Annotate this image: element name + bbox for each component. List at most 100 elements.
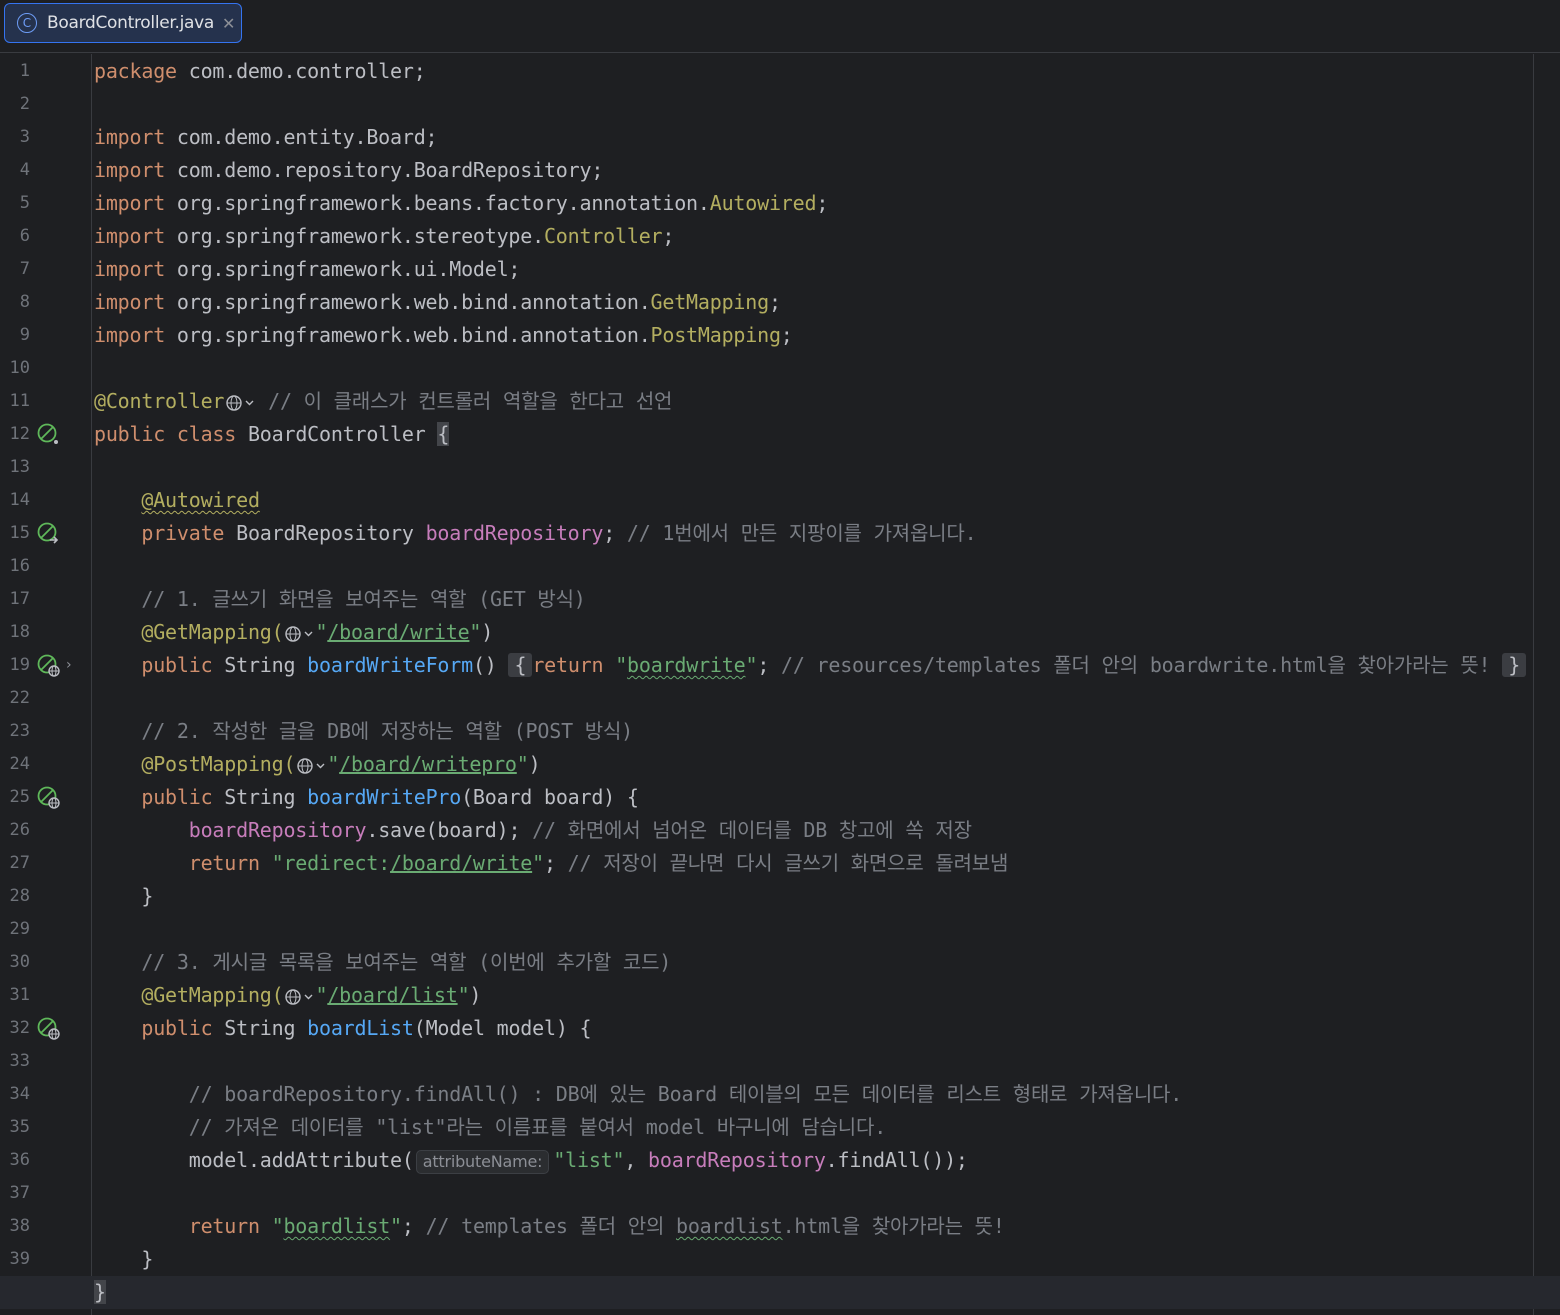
code-text: .findAll());	[825, 1148, 968, 1172]
code-line[interactable]: // 1. 글쓰기 화면을 보여주는 역할 (GET 방식)	[94, 583, 585, 616]
code-text: ;	[543, 851, 556, 875]
code-area[interactable]: package com.demo.controller; import com.…	[0, 54, 1560, 1315]
code-line[interactable]: @PostMapping("/board/writepro")	[94, 748, 540, 781]
code-line[interactable]: // boardRepository.findAll() : DB에 있는 Bo…	[94, 1078, 1183, 1111]
string: "	[745, 653, 758, 677]
keyword: public	[141, 1016, 213, 1040]
code-line-current[interactable]: }	[0, 1276, 1560, 1309]
matched-brace: {	[437, 422, 450, 446]
code-line[interactable]: @GetMapping("/board/write")	[94, 616, 493, 649]
folded-region-close[interactable]: }	[1502, 653, 1527, 677]
line-number: 37	[9, 1183, 30, 1203]
line-number: 25	[9, 787, 30, 807]
code-text: .save(board);	[366, 818, 521, 842]
code-line[interactable]: // 2. 작성한 글을 DB에 저장하는 역할 (POST 방식)	[94, 715, 633, 748]
code-line[interactable]: package com.demo.controller;	[94, 55, 426, 88]
file-tab-label: BoardController.java	[47, 13, 215, 33]
code-text: org.springframework.web.bind.annotation.	[165, 290, 651, 314]
code-line[interactable]: import org.springframework.web.bind.anno…	[94, 319, 793, 352]
comment: // 저장이 끝나면 다시 글쓰기 화면으로 돌려보냄	[555, 851, 1009, 875]
code-line[interactable]: import com.demo.entity.Board;	[94, 121, 438, 154]
comment: // boardRepository.findAll() : DB에 있는 Bo…	[188, 1082, 1183, 1106]
code-line[interactable]: import com.demo.repository.BoardReposito…	[94, 154, 603, 187]
code-editor[interactable]: 1 2 3 4 5 6 7 8 9 10 11 12 13 14 15 16 1…	[0, 54, 1560, 1315]
code-line[interactable]: // 3. 게시글 목록을 보여주는 역할 (이번에 추가할 코드)	[94, 946, 671, 979]
keyword: return	[188, 851, 260, 875]
line-number: 4	[19, 160, 30, 180]
code-line[interactable]: }	[94, 880, 153, 913]
spring-bean-icon[interactable]	[36, 422, 60, 446]
line-number: 26	[9, 820, 30, 840]
code-line[interactable]: @Autowired	[94, 484, 260, 517]
line-number: 35	[9, 1117, 30, 1137]
line-number: 2	[19, 94, 30, 114]
line-number: 24	[9, 754, 30, 774]
method-name: boardWriteForm	[307, 653, 473, 677]
string: "	[315, 983, 328, 1007]
code-text: ;	[401, 1214, 414, 1238]
code-line[interactable]: public String boardList(Model model) {	[94, 1012, 591, 1045]
comment: // 1번에서 만든 지팡이를 가져옵니다.	[615, 521, 977, 545]
code-line[interactable]: import org.springframework.web.bind.anno…	[94, 286, 781, 319]
line-number: 34	[9, 1084, 30, 1104]
code-text: org.springframework.stereotype.	[165, 224, 544, 248]
line-number: 39	[9, 1249, 30, 1269]
code-line[interactable]: model.addAttribute(attributeName: "list",…	[94, 1144, 968, 1177]
field-name: boardRepository	[648, 1148, 826, 1172]
code-line[interactable]: import org.springframework.ui.Model;	[94, 253, 520, 286]
line-number: 3	[19, 127, 30, 147]
code-line[interactable]: @GetMapping("/board/list")	[94, 979, 481, 1012]
request-mapping-icon[interactable]	[36, 1016, 60, 1040]
code-text: com.demo.controller;	[176, 59, 426, 83]
line-number: 31	[9, 985, 30, 1005]
class-name: BoardController	[236, 422, 438, 446]
request-mapping-icon[interactable]	[36, 653, 60, 677]
code-text: (Model model) {	[413, 1016, 592, 1040]
keyword: import	[94, 191, 166, 215]
string: "	[259, 1214, 284, 1238]
type-name: String	[212, 1016, 308, 1040]
globe-dropdown-icon[interactable]	[284, 988, 314, 1006]
url-link[interactable]: /board/write	[390, 851, 532, 875]
url-link[interactable]: /board/list	[327, 983, 457, 1007]
folded-region-open[interactable]: {	[508, 653, 533, 677]
code-line[interactable]: }	[94, 1243, 153, 1276]
url-link[interactable]: /board/write	[327, 620, 469, 644]
editor-tab-bar: C BoardController.java ✕	[0, 0, 1560, 53]
annotation: @GetMapping(	[141, 983, 284, 1007]
code-line[interactable]: private BoardRepository boardRepository;…	[94, 517, 976, 550]
code-text: org.springframework.web.bind.annotation.	[165, 323, 651, 347]
autowired-bean-icon[interactable]	[36, 521, 60, 545]
code-line[interactable]: return "redirect:/board/write"; // 저장이 끝…	[94, 847, 1009, 880]
code-text: ;	[662, 224, 675, 248]
string: "list"	[553, 1148, 625, 1172]
line-number: 14	[9, 490, 30, 510]
line-number: 17	[9, 589, 30, 609]
code-line[interactable]: public class BoardController {	[94, 418, 449, 451]
method-name: boardWritePro	[307, 785, 462, 809]
url-link[interactable]: /board/writepro	[339, 752, 517, 776]
annotation: @GetMapping(	[141, 620, 284, 644]
code-text: com.demo.repository.BoardRepository;	[165, 158, 604, 182]
code-line[interactable]: public String boardWritePro(Board board)…	[94, 781, 639, 814]
close-tab-icon[interactable]: ✕	[222, 14, 235, 33]
code-line[interactable]: public String boardWriteForm() {return "…	[94, 649, 1527, 682]
globe-dropdown-icon[interactable]	[284, 625, 314, 643]
file-tab[interactable]: C BoardController.java ✕	[4, 3, 242, 43]
code-text: model.addAttribute(	[188, 1148, 414, 1172]
fold-chevron-icon[interactable]: ›	[66, 657, 72, 673]
code-line[interactable]: @Controller // 이 클래스가 컨트롤러 역할을 한다고 선언	[94, 385, 672, 418]
code-line[interactable]: // 가져온 데이터를 "list"라는 이름표를 붙여서 model 바구니에…	[94, 1111, 887, 1144]
code-line[interactable]: return "boardlist"; // templates 폴더 안의 b…	[94, 1210, 1005, 1243]
code-line[interactable]: import org.springframework.beans.factory…	[94, 187, 828, 220]
code-line[interactable]: import org.springframework.stereotype.Co…	[94, 220, 674, 253]
code-line[interactable]: boardRepository.save(board); // 화면에서 넘어온…	[94, 814, 972, 847]
globe-dropdown-icon[interactable]	[225, 394, 255, 412]
string: "	[469, 620, 482, 644]
annotation: @PostMapping(	[141, 752, 296, 776]
keyword: return	[188, 1214, 260, 1238]
method-name: boardList	[307, 1016, 414, 1040]
request-mapping-icon[interactable]	[36, 785, 60, 809]
globe-dropdown-icon[interactable]	[296, 757, 326, 775]
class-icon: C	[17, 13, 37, 33]
